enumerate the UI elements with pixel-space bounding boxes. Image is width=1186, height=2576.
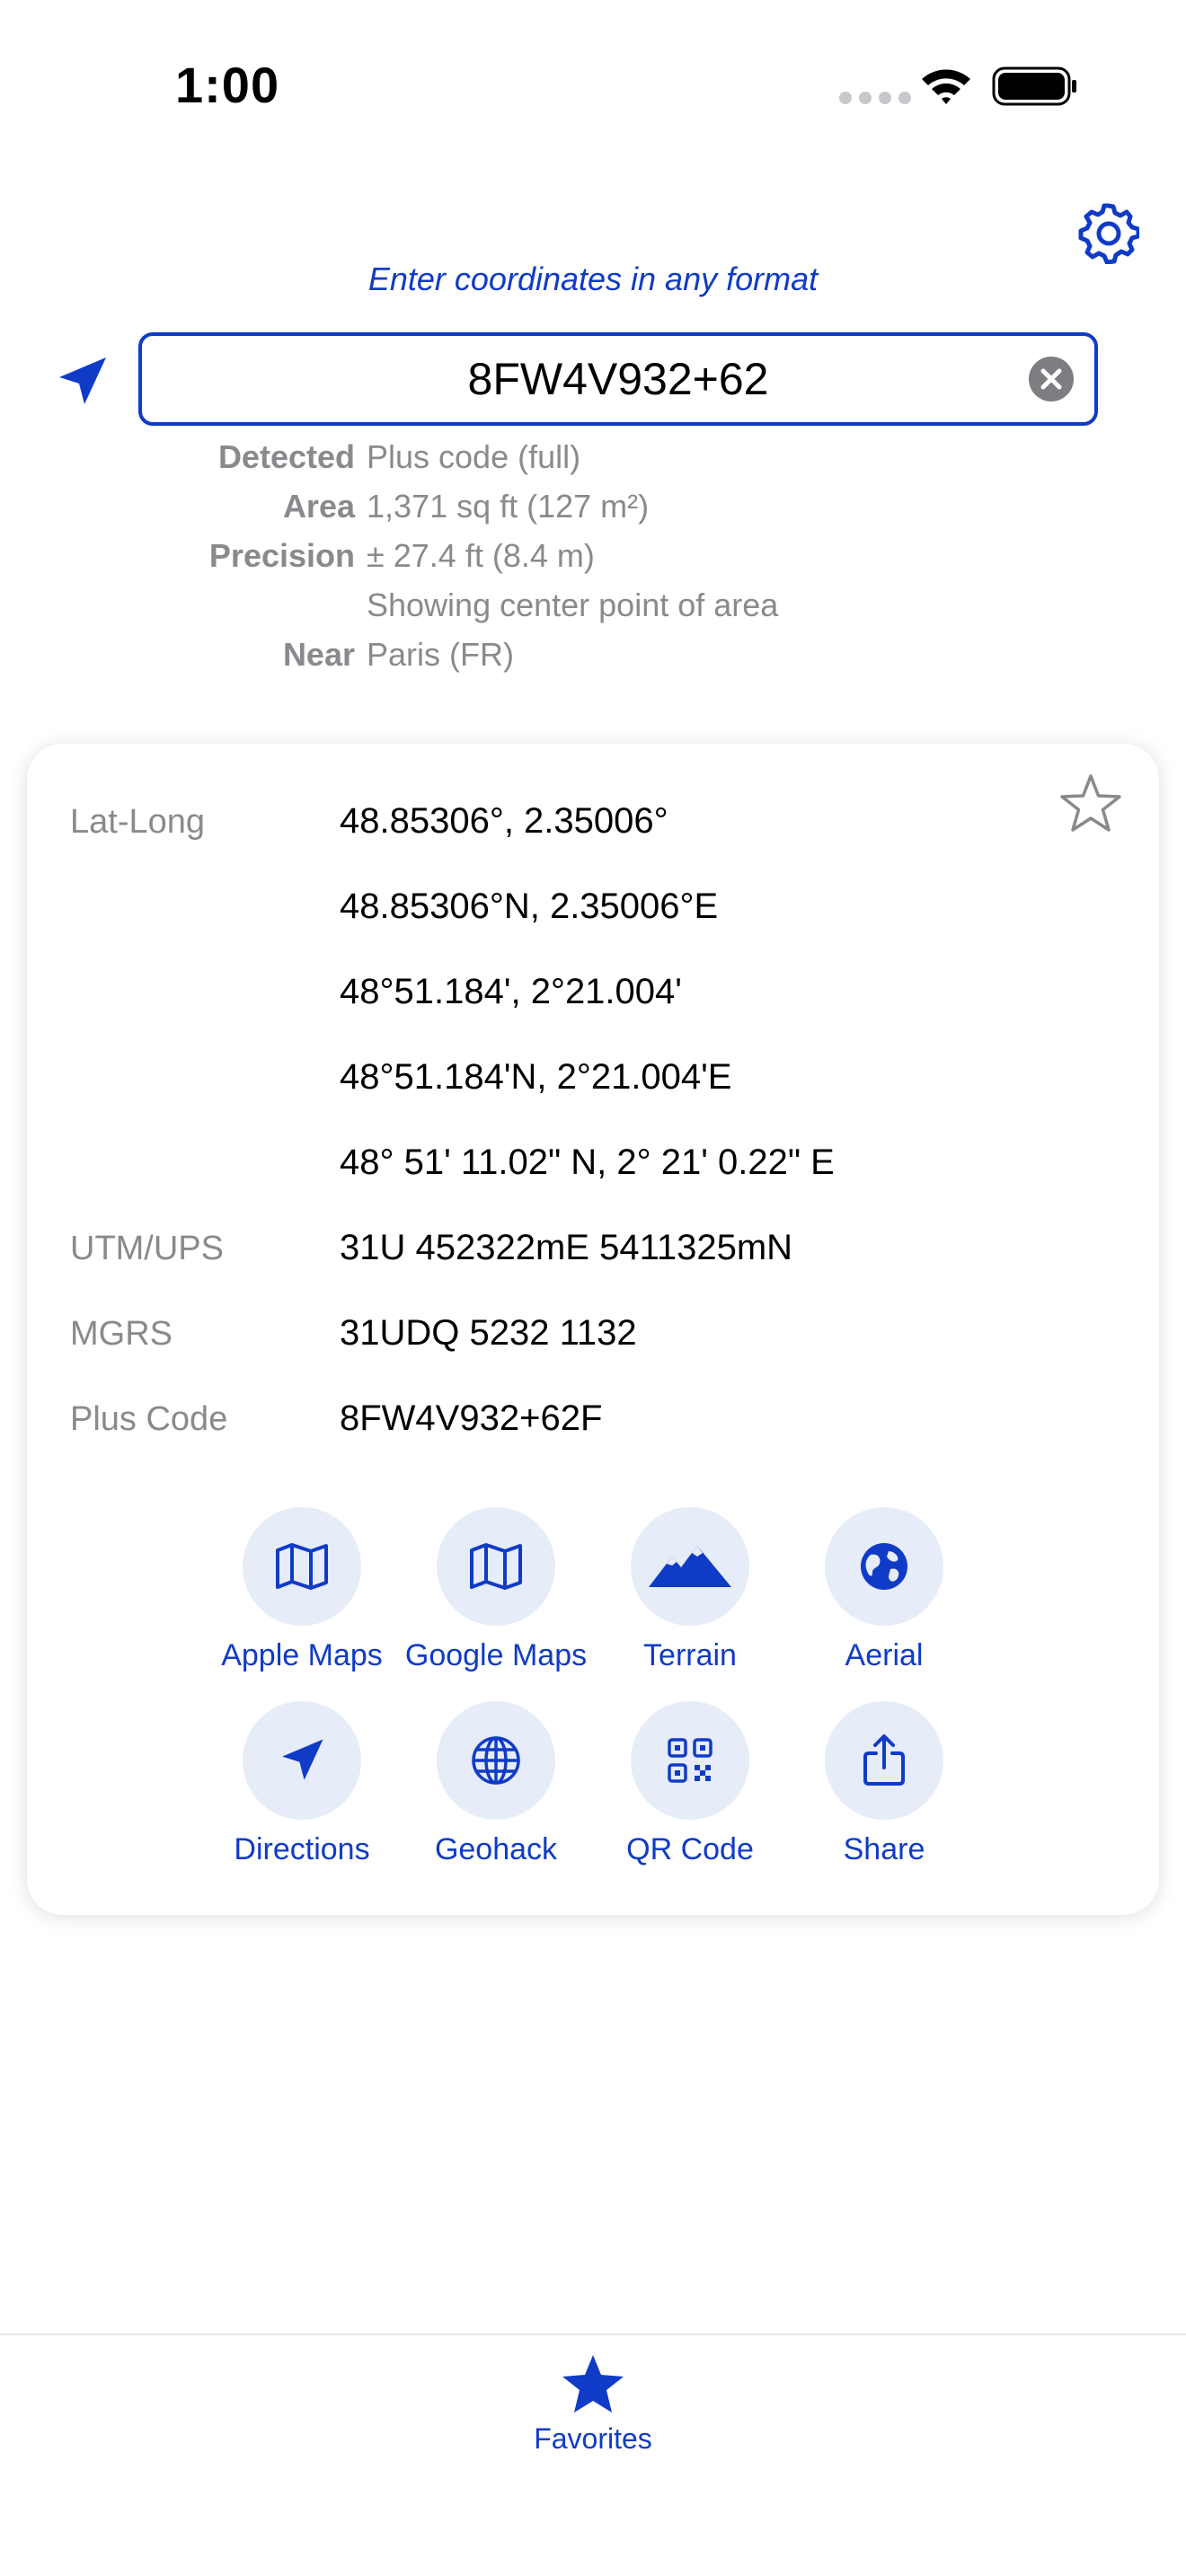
favorites-label: Favorites — [534, 2422, 652, 2455]
precision-label: Precision — [208, 537, 355, 574]
qr-code-label: QR Code — [626, 1832, 754, 1866]
detected-label: Detected — [217, 438, 355, 475]
coordinate-input[interactable] — [142, 336, 1094, 422]
google-maps-label: Google Maps — [404, 1638, 588, 1672]
share-button[interactable]: Share — [787, 1701, 981, 1867]
center-point-note: Showing center point of area — [367, 587, 779, 623]
latlong-dm-hemisphere-value[interactable]: 48°51.184'N, 2°21.004'E — [340, 1057, 731, 1098]
latlong-hemisphere-value[interactable]: 48.85306°N, 2.35006°E — [340, 887, 718, 927]
battery-icon — [992, 66, 1076, 106]
terrain-button[interactable]: Terrain — [593, 1507, 787, 1673]
latlong-decimal-value[interactable]: 48.85306°, 2.35006° — [340, 801, 668, 842]
clear-input-icon[interactable] — [1028, 356, 1075, 402]
mountains-icon — [631, 1507, 749, 1626]
precision-value: ± 27.4 ft (8.4 m) — [367, 537, 595, 574]
map-icon — [243, 1507, 361, 1626]
geohack-label: Geohack — [434, 1832, 558, 1866]
utm-value[interactable]: 31U 452322mE 5411325mN — [340, 1228, 792, 1268]
qr-code-button[interactable]: QR Code — [593, 1701, 787, 1867]
qr-code-icon — [631, 1701, 749, 1820]
google-maps-button[interactable]: Google Maps — [399, 1507, 593, 1673]
share-label: Share — [843, 1832, 925, 1866]
apple-maps-label: Apple Maps — [221, 1638, 383, 1672]
near-label: Near — [282, 636, 355, 673]
aerial-button[interactable]: Aerial — [787, 1507, 981, 1673]
star-outline-icon[interactable] — [1058, 772, 1123, 837]
star-filled-icon — [562, 2355, 624, 2413]
area-label: Area — [282, 488, 355, 525]
aerial-label: Aerial — [845, 1638, 924, 1672]
tab-bar-divider — [0, 2333, 1186, 2335]
input-hint: Enter coordinates in any format — [367, 260, 819, 297]
geohack-button[interactable]: Geohack — [399, 1701, 593, 1867]
mgrs-label: MGRS — [70, 1315, 173, 1353]
area-value: 1,371 sq ft (127 m²) — [367, 488, 650, 525]
location-arrow-icon — [243, 1701, 361, 1820]
apple-maps-button[interactable]: Apple Maps — [205, 1507, 399, 1673]
globe-grid-icon — [437, 1701, 555, 1820]
directions-button[interactable]: Directions — [205, 1701, 399, 1867]
map-icon — [437, 1507, 555, 1626]
latlong-dms-value[interactable]: 48° 51' 11.02" N, 2° 21' 0.22" E — [340, 1142, 835, 1183]
cellular-signal-icon — [839, 92, 911, 104]
terrain-label: Terrain — [643, 1638, 737, 1672]
latlong-label: Lat-Long — [70, 803, 206, 841]
utm-label: UTM/UPS — [70, 1230, 224, 1267]
location-arrow-icon[interactable] — [54, 354, 110, 410]
near-value: Paris (FR) — [367, 636, 514, 673]
pluscode-value[interactable]: 8FW4V932+62F — [340, 1398, 602, 1439]
globe-icon — [825, 1507, 943, 1626]
share-icon — [825, 1701, 943, 1820]
tab-favorites[interactable]: Favorites — [503, 2353, 683, 2456]
pluscode-label: Plus Code — [70, 1400, 228, 1438]
mgrs-value[interactable]: 31UDQ 5232 1132 — [340, 1313, 637, 1354]
wifi-icon — [922, 69, 970, 104]
coordinate-input-container — [138, 332, 1098, 426]
detected-value: Plus code (full) — [367, 438, 581, 475]
directions-label: Directions — [234, 1832, 370, 1866]
latlong-dm-value[interactable]: 48°51.184', 2°21.004' — [340, 972, 682, 1012]
status-time: 1:00 — [175, 57, 280, 113]
gear-icon[interactable] — [1076, 201, 1139, 264]
